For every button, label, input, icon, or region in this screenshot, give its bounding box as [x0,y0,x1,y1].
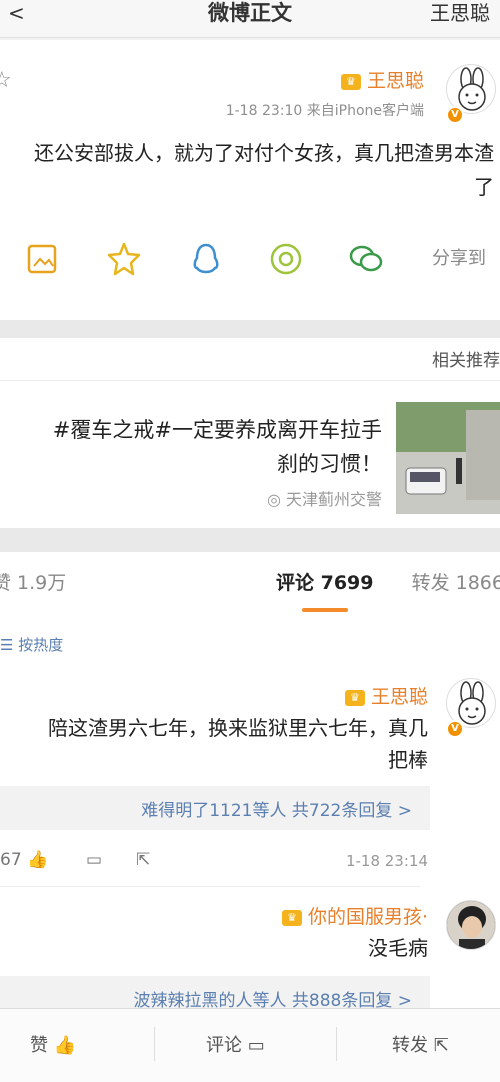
active-tab-indicator [302,608,348,612]
comment-text-line2: 把棒 [388,748,428,772]
crown-icon: ♛ [340,73,361,90]
star-icon[interactable]: ☆ [0,68,12,93]
divider [154,1027,155,1061]
related-title-line2[interactable]: 刹的习惯！ [277,448,382,480]
share-label: 分享到 [432,248,486,269]
divider [0,886,420,887]
favorite-star-icon[interactable] [104,240,144,280]
related-heading: 相关推荐 [432,351,500,371]
section-gap [0,528,500,552]
comment-author-name[interactable]: ♛ 王思聪 [344,682,428,709]
qq-icon[interactable] [186,240,226,280]
post-meta: 1-18 23:10 来自iPhone客户端 [225,103,424,119]
source-icon: ◎ [266,490,286,509]
person-avatar-icon [447,901,495,949]
verified-badge: V [446,106,464,124]
verified-badge: V [446,720,464,738]
avatar[interactable] [446,900,496,950]
comment-author-name[interactable]: ♛ 你的国服男孩· [281,902,428,929]
comment-like-button[interactable]: 67 👍 [0,850,48,870]
interaction-tabs: 转发 1866 评论 7699 赞 1.9万 [0,552,500,628]
sort-by-hot-button[interactable]: ☰ 按热度 [0,634,63,655]
crown-icon: ♛ [344,689,365,706]
comment-text: 没毛病 [368,936,428,960]
related-recommendation: 相关推荐 #覆车之戒#一定要养成离开车拉手 刹的习惯！ ◎ 天津蓟州交警 [0,338,500,528]
section-gap [0,320,500,338]
post-text-line2: 了 [474,175,494,199]
repost-button[interactable]: 转发 ⇱ [392,1031,449,1057]
related-thumbnail[interactable] [396,402,500,514]
comment-button[interactable]: 评论 ▭ [206,1031,265,1057]
moments-icon[interactable] [266,240,306,280]
sort-label: 按热度 [18,636,64,654]
related-title-line1[interactable]: #覆车之戒#一定要养成离开车拉手 [53,414,382,446]
repost-icon[interactable]: ⇱ [136,850,150,870]
repost-icon: ⇱ [433,1035,449,1056]
post-card: ☆ V ♛ 王思聪 1-18 23:10 来自iPhone客户端 还公安部拔人，就… [0,40,500,320]
thumbs-up-icon: 👍 [27,850,49,870]
share-row: 分享到 [0,236,500,286]
divider [0,380,500,381]
weibo-detail-screen: < 微博正文 王思聪 ☆ V ♛ 王思聪 1-18 23:10 来自iPhone客… [0,0,500,1082]
tab-repost[interactable]: 转发 1866 [412,568,500,595]
comment-icon: ▭ [247,1035,265,1056]
related-source: ◎ 天津蓟州交警 [267,486,382,510]
top-navigation-bar: < 微博正文 王思聪 [0,0,500,38]
header-author-link[interactable]: 王思聪 [430,0,490,26]
like-button[interactable]: 赞 👍 [30,1031,76,1057]
sort-icon: ☰ [0,636,19,654]
divider [336,1027,337,1061]
comment-author-label: 你的国服男孩· [307,906,428,928]
page-title: 微博正文 [208,1,292,25]
save-image-icon[interactable] [22,240,62,280]
road-photo-icon [396,402,500,514]
tab-like[interactable]: 赞 1.9万 [0,568,66,595]
post-author-label: 王思聪 [366,70,424,92]
thumbs-up-icon: 👍 [53,1035,77,1056]
wechat-icon[interactable] [346,240,386,280]
related-source-label: 天津蓟州交警 [285,490,382,509]
comment-author-label: 王思聪 [370,686,428,708]
comment-label: 评论 [206,1035,242,1056]
comment-text-line1: 陪这渣男六七年，换来监狱里六七年，真几 [48,716,428,740]
comment-icon[interactable]: ▭ [86,850,102,870]
comment-list: ☰ 按热度 V ♛ 王思聪 陪这渣男六七年，换来监狱里六七年，真几 把棒 难得明了… [0,628,500,1020]
like-count: 67 [0,850,22,870]
repost-label: 转发 [392,1035,428,1056]
like-label: 赞 [30,1035,48,1056]
reply-summary-box[interactable]: 难得明了1121等人 共722条回复 > [0,786,430,830]
crown-icon: ♛ [281,909,302,926]
comment-time: 1-18 23:14 [345,852,428,870]
bottom-action-bar: 转发 ⇱ 评论 ▭ 赞 👍 [0,1008,500,1082]
reply-summary: 难得明了1121等人 共722条回复 > [141,801,412,821]
post-author-name[interactable]: ♛ 王思聪 [340,66,424,93]
tab-comment[interactable]: 评论 7699 [276,568,374,595]
post-text-line1: 还公安部拔人，就为了对付个女孩，真几把渣男本渣 [34,141,494,165]
